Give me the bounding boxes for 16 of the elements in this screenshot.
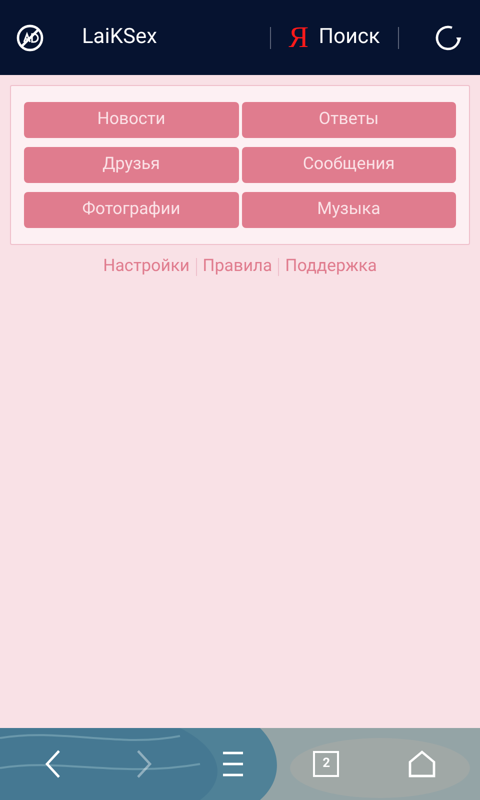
footer-link[interactable]: Поддержка bbox=[285, 254, 377, 280]
menu-button[interactable]: Друзья bbox=[24, 147, 238, 183]
menu-button[interactable]: Сообщения bbox=[242, 147, 456, 183]
menu-button[interactable]: Ответы bbox=[242, 102, 456, 138]
tabs-button[interactable]: 2 bbox=[313, 751, 340, 777]
footer-link[interactable]: Настройки bbox=[103, 254, 190, 280]
footer-link[interactable]: Правила bbox=[202, 254, 272, 280]
menu-button[interactable]: Новости bbox=[24, 102, 238, 138]
menu-icon[interactable] bbox=[220, 751, 245, 777]
search-button[interactable]: Я Поиск bbox=[270, 22, 398, 54]
ad-block-icon[interactable] bbox=[16, 24, 44, 52]
site-title: LaiKSex bbox=[82, 24, 158, 51]
menu-button[interactable]: Музыка bbox=[242, 192, 456, 228]
reload-icon[interactable] bbox=[433, 22, 463, 52]
search-logo: Я bbox=[288, 22, 309, 52]
menu-button[interactable]: Фотографии bbox=[24, 192, 238, 228]
